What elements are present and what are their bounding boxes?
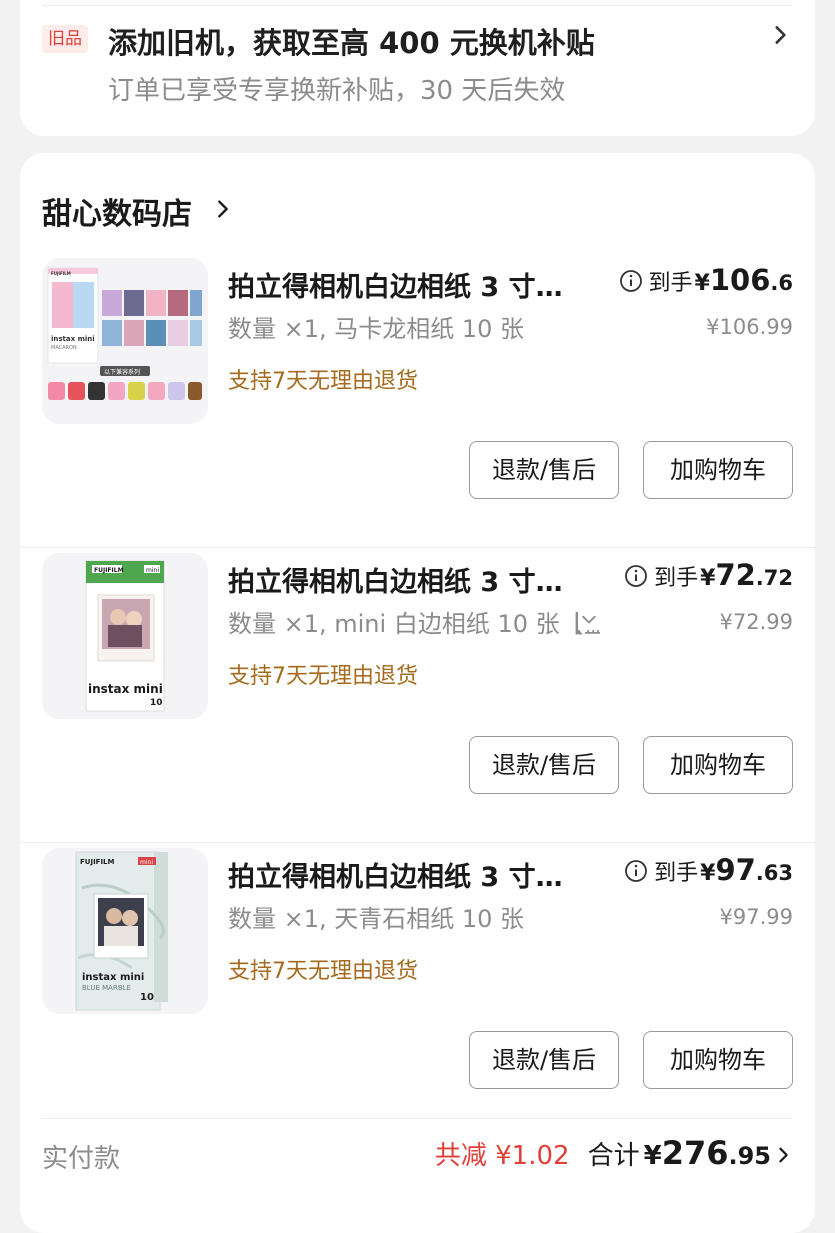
price-label: 到手 <box>654 566 699 591</box>
price-currency: ¥ <box>700 861 716 886</box>
price-decimal: .72 <box>755 566 793 590</box>
add-to-cart-button[interactable]: 加购物车 <box>643 1031 793 1089</box>
thumb-count: 10 <box>150 698 163 708</box>
final-price: 到手 ¥ 72 .72 <box>624 558 793 592</box>
product-spec: 数量 ×1, 天青石相纸 10 张 <box>228 899 524 934</box>
return-policy: 支持7天无理由退货 <box>228 664 418 689</box>
price-decimal: .6 <box>770 271 793 295</box>
product-thumbnail[interactable]: FUJIFILM mini instax mini 10 <box>42 553 208 719</box>
total-label: 合计 <box>587 1141 640 1171</box>
refund-button[interactable]: 退款/售后 <box>469 1031 619 1089</box>
price-label: 到手 <box>648 271 693 296</box>
thumb-brand: FUJIFILM <box>94 567 124 574</box>
product-spec[interactable]: 数量 ×1, mini 白边相纸 10 张【盒 <box>228 604 600 639</box>
spec-text: 数量 ×1, 天青石相纸 10 张 <box>228 905 525 933</box>
original-price: ¥97.99 <box>719 905 793 929</box>
price-currency: ¥ <box>694 271 710 296</box>
price-integer: 72 <box>715 558 756 592</box>
macaron-film-image: instax mini MACARON FUJIFILM 以下兼容系列 <box>42 258 208 424</box>
thumb-product: instax mini <box>82 972 144 983</box>
product-title[interactable]: 拍立得相机白边相纸 3 寸… <box>228 855 578 894</box>
return-policy: 支持7天无理由退货 <box>228 369 418 394</box>
thumb-variant: BLUE MARBLE <box>82 984 131 992</box>
tradein-card[interactable]: 旧品 添加旧机，获取至高 400 元换机补贴 订单已享受专享换新补贴，30 天后… <box>20 0 815 136</box>
chevron-right-icon[interactable] <box>212 197 234 221</box>
spec-text: 数量 ×1, 马卡龙相纸 10 张 <box>228 315 525 343</box>
product-spec: 数量 ×1, 马卡龙相纸 10 张 <box>228 309 524 344</box>
refund-button[interactable]: 退款/售后 <box>469 736 619 794</box>
product-thumbnail[interactable]: instax mini MACARON FUJIFILM 以下兼容系列 <box>42 258 208 424</box>
original-price: ¥106.99 <box>706 315 793 339</box>
add-to-cart-button[interactable]: 加购物车 <box>643 736 793 794</box>
product-title[interactable]: 拍立得相机白边相纸 3 寸… <box>228 265 578 304</box>
thumb-product: instax mini <box>51 335 95 343</box>
chevron-down-icon[interactable] <box>578 610 600 630</box>
order-item[interactable]: FUJIFILM mini instax mini 10 拍立得相机白边相纸 3… <box>20 548 815 843</box>
product-title[interactable]: 拍立得相机白边相纸 3 寸… <box>228 560 578 599</box>
spec-text: 数量 ×1, mini 白边相纸 10 张【盒 <box>228 610 600 638</box>
chevron-right-icon[interactable] <box>775 1144 793 1166</box>
final-price: 到手 ¥ 97 .63 <box>624 853 793 887</box>
refund-button[interactable]: 退款/售后 <box>469 441 619 499</box>
thumb-brand: FUJIFILM <box>80 858 115 866</box>
thumb-variant: MACARON <box>51 345 77 351</box>
info-icon[interactable] <box>624 564 648 588</box>
order-summary[interactable]: 共减 ¥1.02 合计 ¥ 276 .95 <box>435 1134 793 1172</box>
order-item[interactable]: instax mini MACARON FUJIFILM 以下兼容系列 拍立得相… <box>20 253 815 548</box>
return-policy: 支持7天无理由退货 <box>228 959 418 984</box>
add-to-cart-button[interactable]: 加购物车 <box>643 441 793 499</box>
price-integer: 97 <box>715 853 756 887</box>
thumb-caption: 以下兼容系列 <box>104 368 140 376</box>
price-decimal: .63 <box>755 861 793 885</box>
shop-order-card: 甜心数码店 instax mini MACARON FUJIFILM 以下兼容系… <box>20 153 815 1233</box>
tradein-subtitle: 订单已享受专享换新补贴，30 天后失效 <box>108 76 566 106</box>
price-integer: 106 <box>709 263 771 297</box>
original-price: ¥72.99 <box>719 610 793 634</box>
total-decimal: .95 <box>728 1142 771 1170</box>
chevron-right-icon[interactable] <box>767 22 793 48</box>
thumb-count: 10 <box>140 992 154 1003</box>
price-label: 到手 <box>654 861 699 886</box>
total-currency: ¥ <box>643 1141 662 1171</box>
shop-name[interactable]: 甜心数码店 <box>42 189 192 233</box>
thumb-brand: FUJIFILM <box>51 271 71 276</box>
thumb-tag: mini <box>146 567 159 574</box>
tradein-title[interactable]: 添加旧机，获取至高 400 元换机补贴 <box>108 20 595 62</box>
blue-marble-film-image: FUJIFILM mini instax mini BLUE MARBLE 10 <box>42 848 208 1014</box>
old-item-badge: 旧品 <box>42 25 88 53</box>
order-total-bar[interactable]: 实付款 共减 ¥1.02 合计 ¥ 276 .95 <box>20 1118 815 1198</box>
order-item[interactable]: FUJIFILM mini instax mini BLUE MARBLE 10… <box>20 843 815 1138</box>
divider <box>42 5 793 6</box>
thumb-product: instax mini <box>88 682 163 696</box>
total-integer: 276 <box>661 1134 729 1172</box>
discount-amount: 共减 ¥1.02 <box>434 1141 570 1171</box>
product-thumbnail[interactable]: FUJIFILM mini instax mini BLUE MARBLE 10 <box>42 848 208 1014</box>
info-icon[interactable] <box>624 859 648 883</box>
price-currency: ¥ <box>700 566 716 591</box>
thumb-tag: mini <box>140 859 153 866</box>
mini-white-film-image: FUJIFILM mini instax mini 10 <box>42 553 208 719</box>
paid-label: 实付款 <box>42 1144 121 1174</box>
final-price: 到手 ¥ 106 .6 <box>619 263 793 297</box>
divider <box>42 1118 793 1119</box>
info-icon[interactable] <box>619 269 643 293</box>
